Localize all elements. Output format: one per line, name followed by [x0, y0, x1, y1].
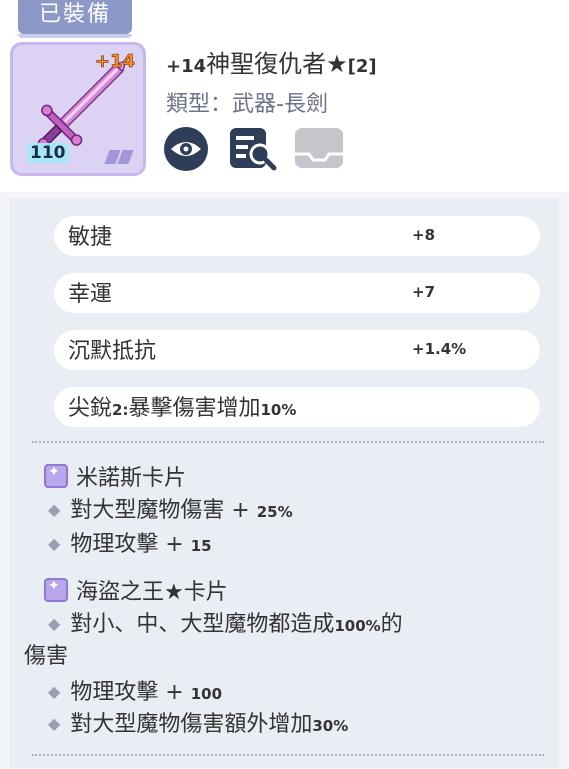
title-slots: [2] — [347, 56, 377, 77]
eye-icon[interactable] — [163, 126, 209, 172]
item-type: 類型：武器-長劍 — [166, 92, 328, 117]
card-effect: ◆ 對大型魔物傷害額外增加30% — [48, 712, 349, 737]
item-thumbnail[interactable]: +14 110 — [10, 42, 146, 176]
refine-row: 尖銳2:暴擊傷害增加10% — [54, 387, 540, 427]
card-effect: ◆ 對大型魔物傷害 + 25% — [48, 498, 293, 523]
card-icon — [44, 578, 68, 602]
refine-badge: +14 — [94, 51, 136, 73]
divider — [32, 441, 544, 443]
stat-row: 幸運 +7 — [54, 273, 540, 313]
action-icons — [163, 126, 353, 172]
card-effect-wrap: 傷害 — [24, 644, 69, 669]
stat-value: +1.4% — [412, 340, 467, 358]
card-effect: ◆ 物理攻擊 + 100 — [48, 680, 223, 705]
stats-panel: 敏捷 +8 幸運 +7 沉默抵抗 +1.4% 尖銳2:暴擊傷害增加10% 米諾斯… — [10, 198, 559, 768]
card-effect: ◆ 對小、中、大型魔物都造成100%的 — [48, 612, 403, 637]
refine-text: 尖銳2:暴擊傷害增加10% — [68, 396, 297, 421]
stat-value: +8 — [412, 226, 436, 244]
stat-value: +7 — [412, 283, 436, 301]
storage-icon — [293, 126, 344, 172]
stat-row: 沉默抵抗 +1.4% — [54, 330, 540, 370]
slot-icon — [104, 149, 134, 164]
card-effect: ◆ 物理攻擊 + 15 — [48, 532, 212, 557]
equipped-badge: 已裝備 — [18, 0, 132, 38]
divider — [32, 754, 544, 756]
item-title: +14神聖復仇者★[2] — [166, 44, 377, 79]
card-name: 米諾斯卡片 — [44, 460, 186, 492]
card-name: 海盜之王★卡片 — [44, 574, 228, 606]
inspect-icon[interactable] — [228, 126, 277, 172]
diamond-icon: ◆ — [48, 614, 61, 633]
stat-name: 敏捷 — [68, 225, 113, 250]
title-name: 神聖復仇者★ — [206, 50, 348, 78]
title-refine: +14 — [166, 56, 207, 77]
stat-row: 敏捷 +8 — [54, 216, 540, 256]
stat-name: 幸運 — [68, 282, 113, 307]
diamond-icon: ◆ — [48, 534, 61, 553]
stat-name: 沉默抵抗 — [68, 339, 157, 364]
item-header: 已裝備 +14 110 +14神聖復仇者★[2] 類型：武器-長劍 — [0, 0, 569, 192]
diamond-icon: ◆ — [48, 500, 61, 519]
item-level: 110 — [27, 143, 69, 163]
card-icon — [44, 464, 68, 488]
diamond-icon: ◆ — [48, 682, 61, 701]
diamond-icon: ◆ — [48, 714, 61, 733]
